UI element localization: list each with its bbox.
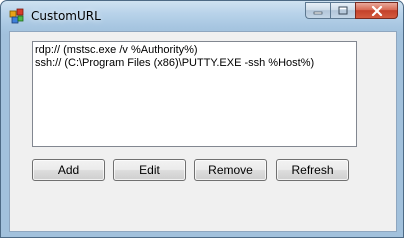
window-title: CustomURL bbox=[31, 9, 101, 23]
button-row: Add Edit Remove Refresh bbox=[32, 159, 362, 182]
client-area: rdp:// (mstsc.exe /v %Authority%) ssh://… bbox=[9, 31, 397, 232]
app-window: CustomURL rdp:// (mstsc.exe /v %Authorit… bbox=[0, 0, 404, 238]
maximize-icon bbox=[338, 6, 348, 15]
url-handler-listbox[interactable]: rdp:// (mstsc.exe /v %Authority%) ssh://… bbox=[32, 41, 357, 147]
list-item[interactable]: ssh:// (C:\Program Files (x86)\PUTTY.EXE… bbox=[35, 57, 354, 70]
close-icon bbox=[371, 5, 382, 16]
maximize-button[interactable] bbox=[330, 2, 355, 19]
caption-buttons bbox=[305, 2, 398, 20]
title-bar[interactable]: CustomURL bbox=[1, 1, 403, 31]
list-item[interactable]: rdp:// (mstsc.exe /v %Authority%) bbox=[35, 44, 354, 57]
minimize-icon bbox=[313, 11, 323, 14]
remove-button[interactable]: Remove bbox=[194, 159, 267, 181]
app-window-icon bbox=[9, 8, 24, 24]
refresh-button[interactable]: Refresh bbox=[276, 159, 349, 181]
minimize-button[interactable] bbox=[305, 2, 330, 19]
edit-button[interactable]: Edit bbox=[113, 159, 186, 181]
add-button[interactable]: Add bbox=[32, 159, 105, 181]
close-button[interactable] bbox=[355, 2, 398, 19]
